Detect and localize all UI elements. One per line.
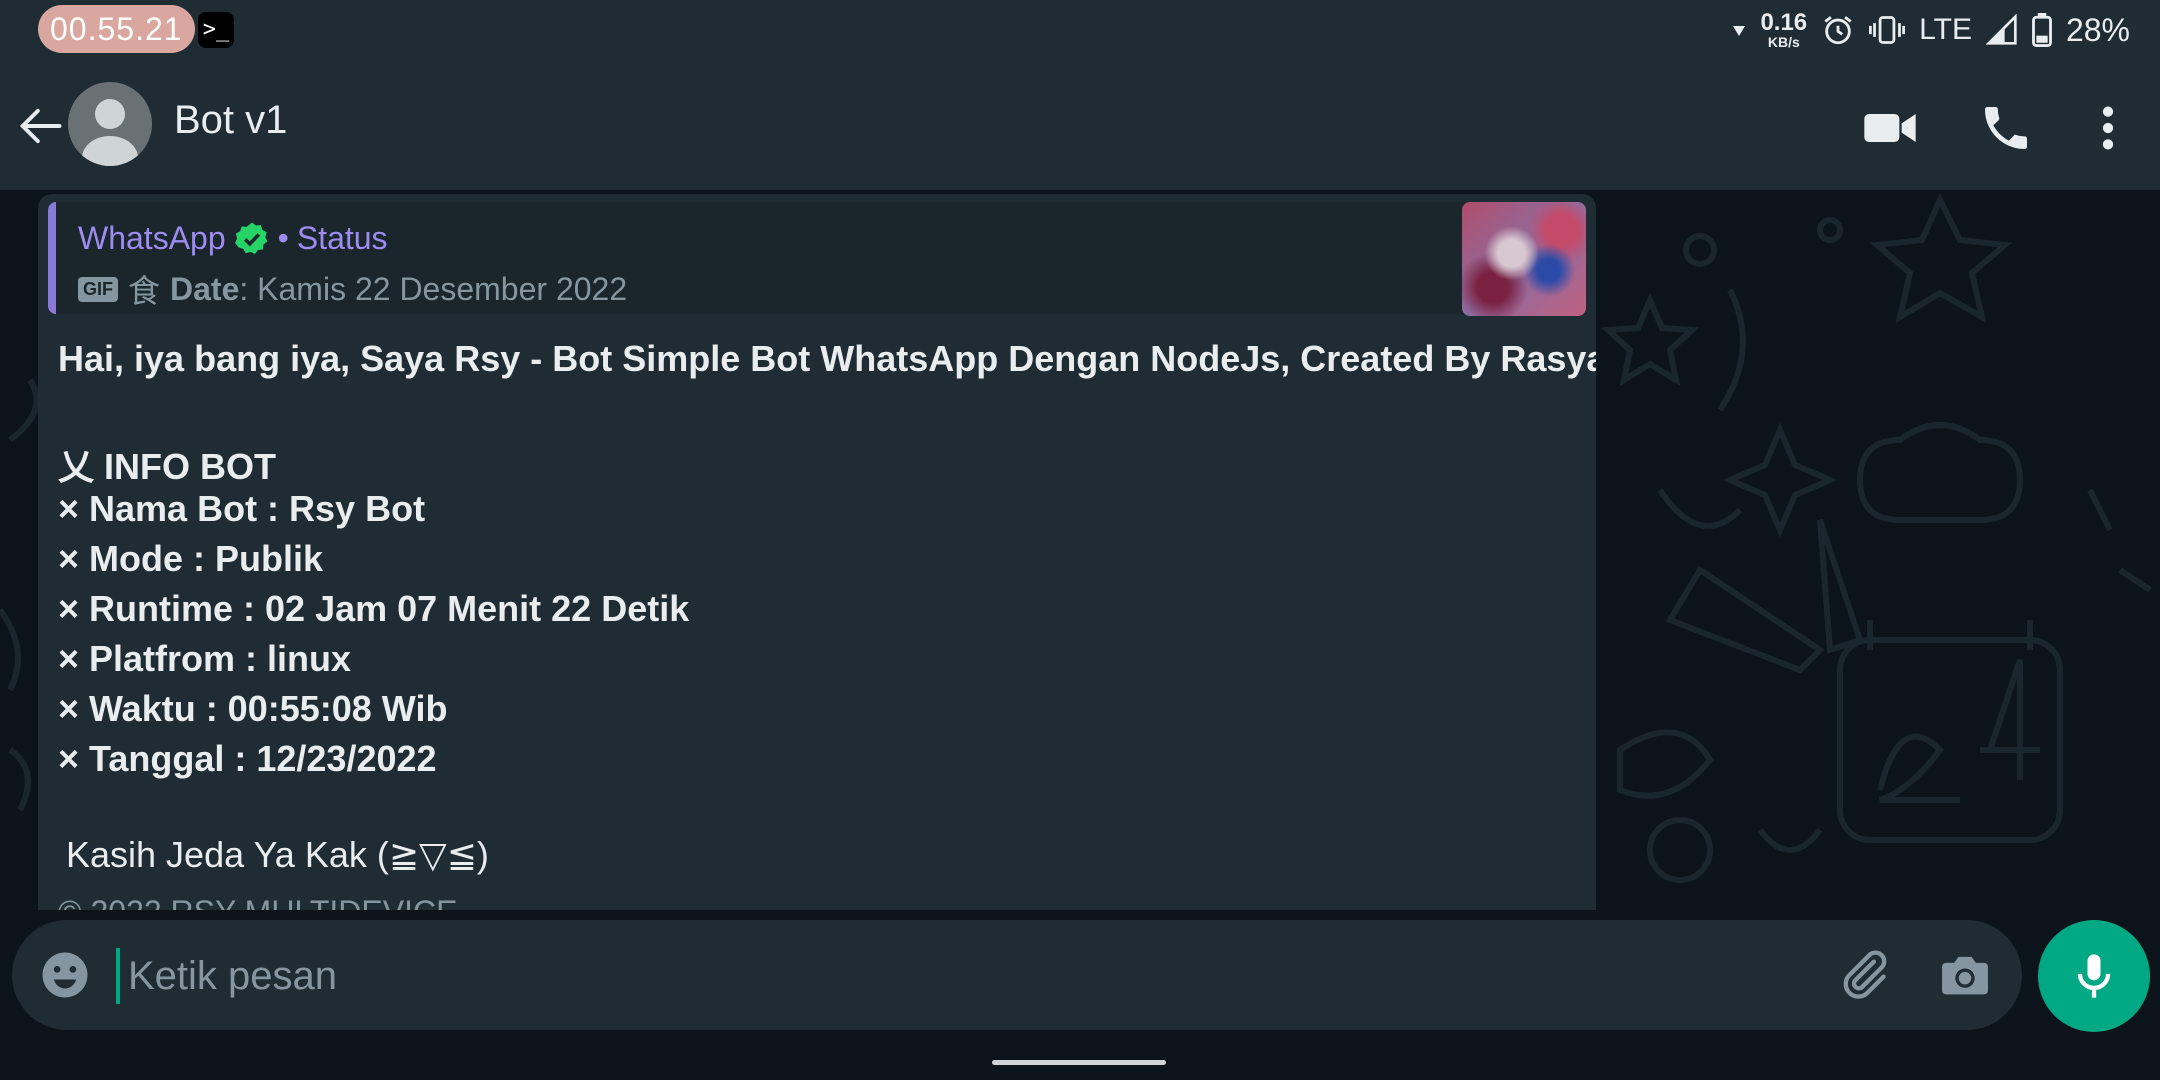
message-info-line: × Nama Bot : Rsy Bot (58, 488, 426, 529)
gif-badge: GIF (78, 276, 118, 302)
message-info-line: × Tanggal : 12/23/2022 (58, 738, 437, 779)
quoted-sender-name: WhatsApp (78, 220, 226, 256)
back-arrow-icon[interactable] (14, 100, 66, 152)
message-input[interactable] (126, 942, 1730, 1010)
attachment-icon[interactable] (1834, 946, 1892, 1004)
status-bar: 00.55.21 >_ 0.16 KB/s LTE 28% (0, 0, 2160, 60)
avatar[interactable] (68, 82, 152, 166)
message-closing: Kasih Jeda Ya Kak (≧▽≦) (66, 834, 489, 875)
terminal-icon: >_ (198, 12, 234, 48)
battery-icon (2032, 13, 2052, 47)
quoted-date-label: Date (170, 270, 240, 307)
network-type: LTE (1919, 13, 1972, 46)
navigation-handle[interactable] (992, 1060, 1166, 1065)
vibrate-icon (1869, 16, 1906, 44)
chat-header: Bot v1 (0, 60, 2160, 190)
status-thumbnail[interactable] (1462, 202, 1586, 316)
quoted-type: Status (296, 220, 388, 256)
message-footer: © 2022 RSY MULTIDEVICE (58, 894, 457, 910)
input-bar (0, 910, 2160, 1080)
quoted-status[interactable]: WhatsApp • Status GIF 食 Date: Kamis 22 D… (48, 202, 1586, 314)
default-avatar-icon (82, 99, 138, 166)
message-intro: Hai, iya bang iya, Saya Rsy - Bot Simple… (58, 338, 1596, 379)
status-icons: 0.16 KB/s LTE 28% (1732, 0, 2130, 60)
signal-icon (1985, 14, 2017, 45)
status-time: 00.55.21 (38, 5, 195, 53)
quoted-date-icon: 食 (128, 273, 161, 309)
battery-level: 28% (2065, 11, 2130, 48)
message-composer (12, 920, 2022, 1030)
text-cursor (116, 948, 120, 1004)
data-arrow-icon (1733, 26, 1746, 36)
alarm-icon (1824, 16, 1852, 45)
microphone-icon (2077, 954, 2111, 998)
message-info-line: × Runtime : 02 Jam 07 Menit 22 Detik (58, 588, 690, 629)
network-speed-value: 0.16 (1760, 9, 1808, 36)
network-speed-unit: KB/s (1767, 34, 1800, 50)
quoted-sender: WhatsApp • Status (78, 220, 388, 257)
quoted-caption: GIF 食 Date: Kamis 22 Desember 2022 (78, 266, 627, 312)
chat-title[interactable]: Bot v1 (174, 98, 287, 143)
message-info-line: × Waktu : 00:55:08 Wib (58, 688, 448, 729)
quoted-date-value: : Kamis 22 Desember 2022 (239, 270, 628, 307)
video-call-icon[interactable] (1862, 100, 1918, 156)
verified-badge-icon (234, 222, 268, 254)
chat-area[interactable]: WhatsApp • Status GIF 食 Date: Kamis 22 D… (0, 190, 2160, 910)
camera-icon[interactable] (1936, 946, 1994, 1004)
message-section-title: 乂 INFO BOT (58, 446, 276, 487)
quoted-separator: • (277, 220, 289, 256)
more-options-icon[interactable] (2080, 100, 2136, 156)
message-bubble[interactable]: WhatsApp • Status GIF 食 Date: Kamis 22 D… (38, 194, 1596, 910)
message-info-line: × Platfrom : linux (58, 638, 352, 679)
voice-call-icon[interactable] (1978, 100, 2034, 156)
quote-accent-bar (48, 202, 56, 314)
voice-message-button[interactable] (2038, 920, 2150, 1032)
emoji-icon[interactable] (38, 948, 92, 1002)
message-info-line: × Mode : Publik (58, 538, 324, 579)
network-speed: 0.16 KB/s (1760, 9, 1808, 50)
